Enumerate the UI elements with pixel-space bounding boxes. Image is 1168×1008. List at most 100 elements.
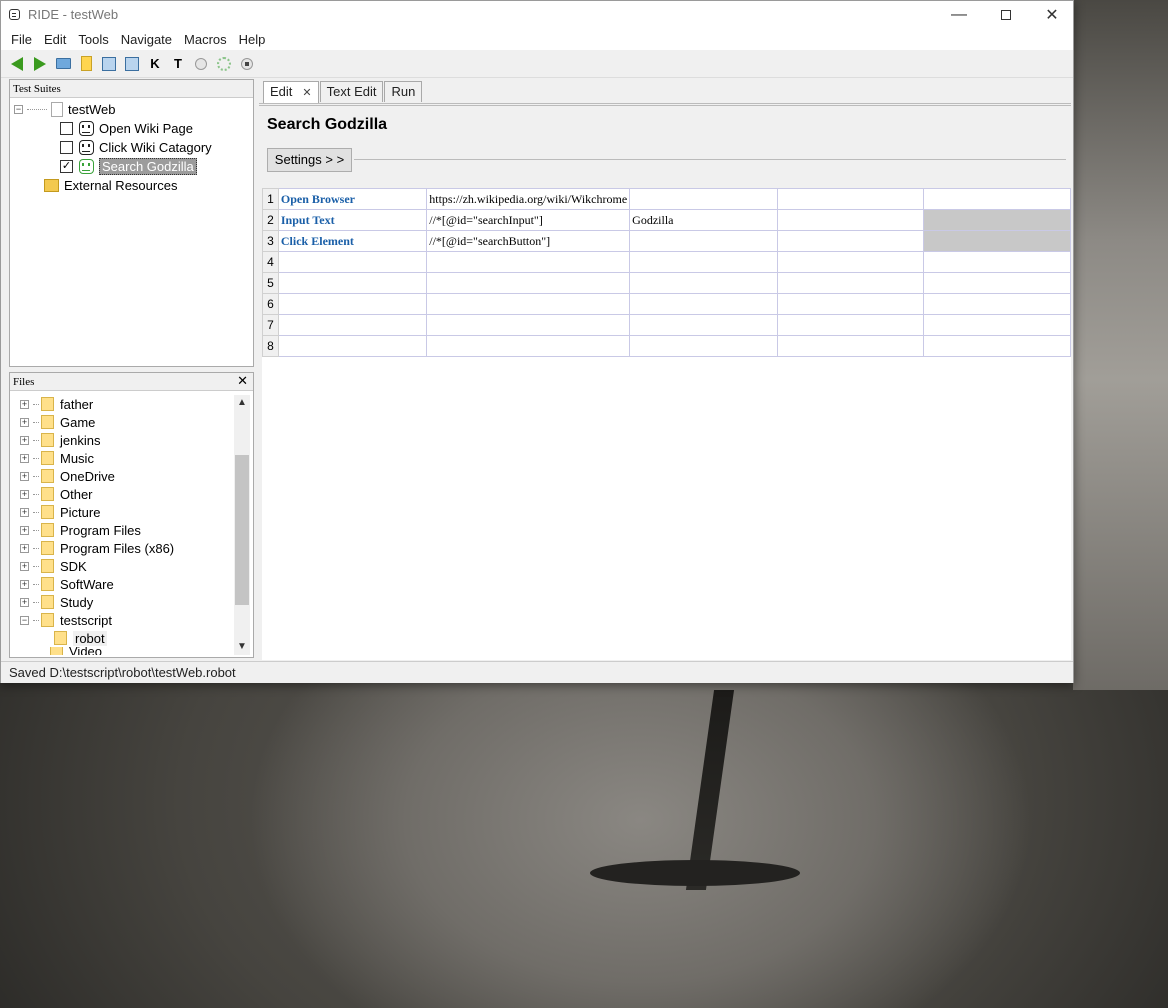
debug-button[interactable] [214, 54, 234, 74]
file-folder-item[interactable]: + Other [20, 485, 93, 503]
row-number[interactable]: 7 [262, 314, 279, 336]
file-folder-item[interactable]: + jenkins [20, 431, 100, 449]
keyword-cell[interactable] [277, 293, 428, 315]
expand-icon[interactable]: + [20, 489, 29, 499]
file-folder-item[interactable]: + Picture [20, 503, 100, 521]
argument-cell[interactable] [629, 188, 778, 210]
tree-external-resources[interactable]: External Resources [44, 176, 177, 195]
menu-macros[interactable]: Macros [178, 32, 233, 47]
title-bar[interactable]: RIDE - testWeb — ✕ [1, 1, 1073, 28]
row-number[interactable]: 3 [262, 230, 279, 252]
minimize-button[interactable]: — [936, 1, 982, 28]
keyword-cell[interactable] [277, 335, 428, 357]
argument-cell[interactable] [776, 230, 925, 252]
file-folder-item[interactable]: + Music [20, 449, 94, 467]
argument-cell[interactable] [426, 335, 631, 357]
tab-run[interactable]: Run [384, 81, 423, 102]
scroll-up-icon[interactable]: ▲ [237, 397, 247, 408]
argument-cell[interactable] [776, 251, 925, 273]
keyword-cell[interactable] [277, 314, 428, 336]
file-folder-item[interactable]: + Program Files [20, 521, 141, 539]
new-file-button[interactable] [76, 54, 96, 74]
keyword-cell[interactable]: Click Element [277, 230, 428, 252]
argument-cell[interactable] [776, 293, 925, 315]
tab-edit[interactable]: Edit ✕ [263, 81, 319, 103]
keyword-cell[interactable]: Input Text [277, 209, 428, 231]
argument-cell[interactable] [923, 230, 1071, 252]
row-number[interactable]: 8 [262, 335, 279, 357]
forward-button[interactable] [30, 54, 50, 74]
argument-cell[interactable] [776, 335, 925, 357]
menu-help[interactable]: Help [233, 32, 272, 47]
expand-icon[interactable]: + [20, 507, 29, 517]
argument-cell[interactable] [776, 314, 925, 336]
keyword-cell[interactable] [277, 251, 428, 273]
argument-cell[interactable] [629, 314, 778, 336]
keyword-cell[interactable]: Open Browser [277, 188, 428, 210]
file-folder-item[interactable]: + SoftWare [20, 575, 114, 593]
tree-root-testweb[interactable]: − testWeb [14, 100, 115, 119]
file-folder-item[interactable]: − testscript [20, 611, 112, 629]
argument-cell[interactable] [426, 293, 631, 315]
argument-cell[interactable] [629, 251, 778, 273]
file-folder-item[interactable]: + Study [20, 593, 93, 611]
tree-test-click-wiki-catagory[interactable]: Click Wiki Catagory [60, 138, 212, 157]
argument-cell[interactable]: https://zh.wikipedia.org/wiki/Wikchrome [426, 188, 631, 210]
save-button[interactable] [99, 54, 119, 74]
open-directory-button[interactable] [53, 54, 73, 74]
row-number[interactable]: 6 [262, 293, 279, 315]
maximize-button[interactable] [983, 1, 1029, 28]
test-checkbox[interactable] [60, 141, 73, 154]
collapse-icon[interactable]: − [20, 615, 29, 625]
expand-icon[interactable]: + [20, 597, 29, 607]
expand-icon[interactable]: + [20, 471, 29, 481]
expand-icon[interactable]: + [20, 525, 29, 535]
back-button[interactable] [7, 54, 27, 74]
argument-cell[interactable] [923, 335, 1071, 357]
row-number[interactable]: 4 [262, 251, 279, 273]
argument-cell[interactable]: //*[@id="searchButton"] [426, 230, 631, 252]
menu-edit[interactable]: Edit [38, 32, 72, 47]
expand-icon[interactable]: + [20, 417, 29, 427]
file-folder-item[interactable]: + Program Files (x86) [20, 539, 174, 557]
file-folder-item[interactable]: + SDK [20, 557, 87, 575]
argument-cell[interactable] [426, 272, 631, 294]
test-checkbox[interactable] [60, 122, 73, 135]
argument-cell[interactable]: //*[@id="searchInput"] [426, 209, 631, 231]
argument-cell[interactable] [629, 293, 778, 315]
tree-test-search-godzilla[interactable]: ✓ Search Godzilla [60, 157, 197, 176]
search-keywords-button[interactable]: K [145, 54, 165, 74]
expand-icon[interactable]: + [20, 561, 29, 571]
argument-cell[interactable]: Godzilla [629, 209, 778, 231]
menu-file[interactable]: File [5, 32, 38, 47]
row-number[interactable]: 5 [262, 272, 279, 294]
file-folder-item[interactable]: + father [20, 395, 93, 413]
run-button[interactable] [191, 54, 211, 74]
row-number[interactable]: 2 [262, 209, 279, 231]
close-button[interactable]: ✕ [1029, 1, 1075, 28]
settings-button[interactable]: Settings > > [267, 148, 352, 172]
argument-cell[interactable] [923, 209, 1071, 231]
tab-text-edit[interactable]: Text Edit [319, 81, 384, 102]
expand-icon[interactable]: + [20, 543, 29, 553]
argument-cell[interactable] [776, 272, 925, 294]
search-tests-button[interactable]: T [168, 54, 188, 74]
collapse-icon[interactable]: − [14, 105, 23, 114]
test-checkbox[interactable]: ✓ [60, 160, 73, 173]
argument-cell[interactable] [629, 230, 778, 252]
argument-cell[interactable] [776, 188, 925, 210]
stop-button[interactable] [237, 54, 257, 74]
tree-test-open-wiki-page[interactable]: Open Wiki Page [60, 119, 193, 138]
argument-cell[interactable] [923, 188, 1071, 210]
file-folder-item[interactable]: + OneDrive [20, 467, 115, 485]
argument-cell[interactable] [629, 335, 778, 357]
row-number[interactable]: 1 [262, 188, 279, 210]
argument-cell[interactable] [923, 293, 1071, 315]
argument-cell[interactable] [426, 251, 631, 273]
argument-cell[interactable] [923, 314, 1071, 336]
file-folder-item[interactable]: + Game [20, 413, 95, 431]
argument-cell[interactable] [776, 209, 925, 231]
expand-icon[interactable]: + [20, 579, 29, 589]
close-icon[interactable]: ✕ [237, 373, 248, 391]
files-scrollbar[interactable]: ▲ ▼ [234, 395, 250, 655]
